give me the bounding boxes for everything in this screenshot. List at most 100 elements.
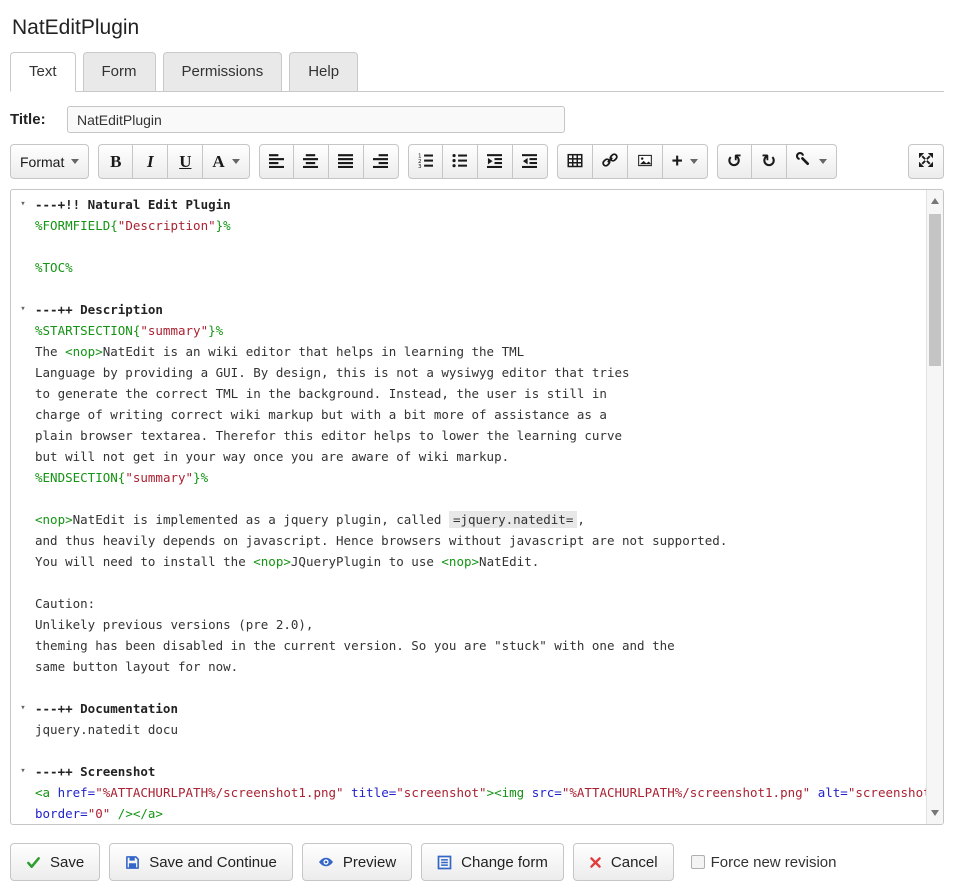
cancel-button[interactable]: Cancel — [573, 843, 674, 881]
editor-content[interactable]: ▾---+!! Natural Edit Plugin%FORMFIELD{"D… — [11, 190, 926, 824]
editor-line: ▾---+!! Natural Edit Plugin — [11, 194, 926, 215]
redo-button[interactable]: ↻ — [752, 144, 787, 179]
unordered-list-icon — [452, 153, 467, 171]
align-center-icon — [303, 153, 318, 171]
editor-line — [11, 488, 926, 509]
ordered-list-button[interactable]: 123 — [408, 144, 443, 179]
cancel-icon — [589, 856, 602, 869]
title-row: Title: — [10, 106, 944, 133]
scrollbar-thumb[interactable] — [929, 214, 941, 366]
scroll-down-icon[interactable] — [931, 810, 939, 816]
tools-dropdown[interactable] — [787, 144, 837, 179]
save-button[interactable]: Save — [10, 843, 100, 881]
align-left-button[interactable] — [259, 144, 294, 179]
fold-marker-icon[interactable]: ▾ — [11, 194, 35, 215]
gutter — [11, 551, 35, 572]
gutter — [11, 740, 35, 761]
editor-line: ▾---++ Screenshot — [11, 761, 926, 782]
gutter — [11, 425, 35, 446]
editor-line: <a href="%ATTACHURLPATH%/screenshot1.png… — [11, 782, 926, 803]
gutter — [11, 803, 35, 824]
edit-page: NatEditPlugin TextFormPermissionsHelp Ti… — [0, 0, 954, 881]
button-label: Change form — [461, 854, 548, 871]
editor-line: Caution: — [11, 593, 926, 614]
chevron-down-icon — [71, 159, 79, 164]
gutter — [11, 446, 35, 467]
button-label: Save — [50, 854, 84, 871]
chevron-down-icon — [690, 159, 698, 164]
gutter — [11, 782, 35, 803]
format-label: Format — [20, 154, 64, 170]
editor-line — [11, 572, 926, 593]
force-new-revision-checkbox[interactable] — [691, 855, 705, 869]
indent-button[interactable] — [478, 144, 513, 179]
bold-button[interactable]: B — [98, 144, 133, 179]
chevron-down-icon — [232, 159, 240, 164]
format-dropdown[interactable]: Format — [10, 144, 89, 179]
preview-button[interactable]: Preview — [302, 843, 412, 881]
image-icon — [637, 153, 653, 171]
editor-line: border="0" /></a> — [11, 803, 926, 824]
plus-icon: + — [672, 152, 683, 171]
table-button[interactable] — [557, 144, 593, 179]
gutter — [11, 362, 35, 383]
align-center-button[interactable] — [294, 144, 329, 179]
wrench-icon — [796, 152, 812, 171]
align-right-icon — [373, 153, 388, 171]
link-icon — [602, 152, 618, 171]
eye-icon — [318, 854, 334, 870]
change-form-button[interactable]: Change form — [421, 843, 564, 881]
gutter — [11, 509, 35, 530]
editor-line: <nop>NatEdit is implemented as a jquery … — [11, 509, 926, 530]
italic-button[interactable]: I — [133, 144, 168, 179]
tab-permissions[interactable]: Permissions — [163, 52, 283, 92]
fullscreen-button[interactable] — [908, 144, 944, 179]
tab-text[interactable]: Text — [10, 52, 76, 92]
gutter — [11, 530, 35, 551]
editor-toolbar: Format B I U A — [10, 144, 944, 179]
tab-bar: TextFormPermissionsHelp — [10, 52, 944, 92]
editor-line: %STARTSECTION{"summary"}% — [11, 320, 926, 341]
align-left-icon — [269, 153, 284, 171]
undo-icon: ↺ — [727, 153, 742, 171]
undo-button[interactable]: ↺ — [717, 144, 752, 179]
editor-scrollbar[interactable] — [926, 190, 943, 824]
link-button[interactable] — [593, 144, 628, 179]
image-button[interactable] — [628, 144, 663, 179]
gutter — [11, 614, 35, 635]
insert-more-dropdown[interactable]: + — [663, 144, 708, 179]
force-new-revision[interactable]: Force new revision — [691, 854, 837, 871]
editor-line — [11, 236, 926, 257]
editor-line: jquery.natedit docu — [11, 719, 926, 740]
gutter — [11, 404, 35, 425]
align-justify-icon — [338, 153, 353, 171]
gutter — [11, 257, 35, 278]
button-label: Save and Continue — [149, 854, 277, 871]
font-color-dropdown[interactable]: A — [203, 144, 249, 179]
gutter — [11, 593, 35, 614]
editor-line: theming has been disabled in the current… — [11, 635, 926, 656]
outdent-button[interactable] — [513, 144, 548, 179]
align-justify-button[interactable] — [329, 144, 364, 179]
gutter — [11, 383, 35, 404]
page-title: NatEditPlugin — [12, 16, 944, 40]
editor-line: charge of writing correct wiki markup bu… — [11, 404, 926, 425]
align-right-button[interactable] — [364, 144, 399, 179]
title-input[interactable] — [67, 106, 565, 133]
tab-help[interactable]: Help — [289, 52, 358, 92]
underline-button[interactable]: U — [168, 144, 203, 179]
floppy-icon — [125, 855, 140, 870]
save-and-continue-button[interactable]: Save and Continue — [109, 843, 293, 881]
ordered-list-icon: 123 — [418, 153, 433, 171]
editor-line: %ENDSECTION{"summary"}% — [11, 467, 926, 488]
fold-marker-icon[interactable]: ▾ — [11, 761, 35, 782]
editor-line: ▾---++ Description — [11, 299, 926, 320]
fold-marker-icon[interactable]: ▾ — [11, 698, 35, 719]
editor-line: to generate the correct TML in the backg… — [11, 383, 926, 404]
unordered-list-button[interactable] — [443, 144, 478, 179]
redo-icon: ↻ — [761, 153, 776, 171]
wikitext-editor[interactable]: ▾---+!! Natural Edit Plugin%FORMFIELD{"D… — [10, 189, 944, 825]
fold-marker-icon[interactable]: ▾ — [11, 299, 35, 320]
scroll-up-icon[interactable] — [931, 198, 939, 204]
tab-form[interactable]: Form — [83, 52, 156, 92]
